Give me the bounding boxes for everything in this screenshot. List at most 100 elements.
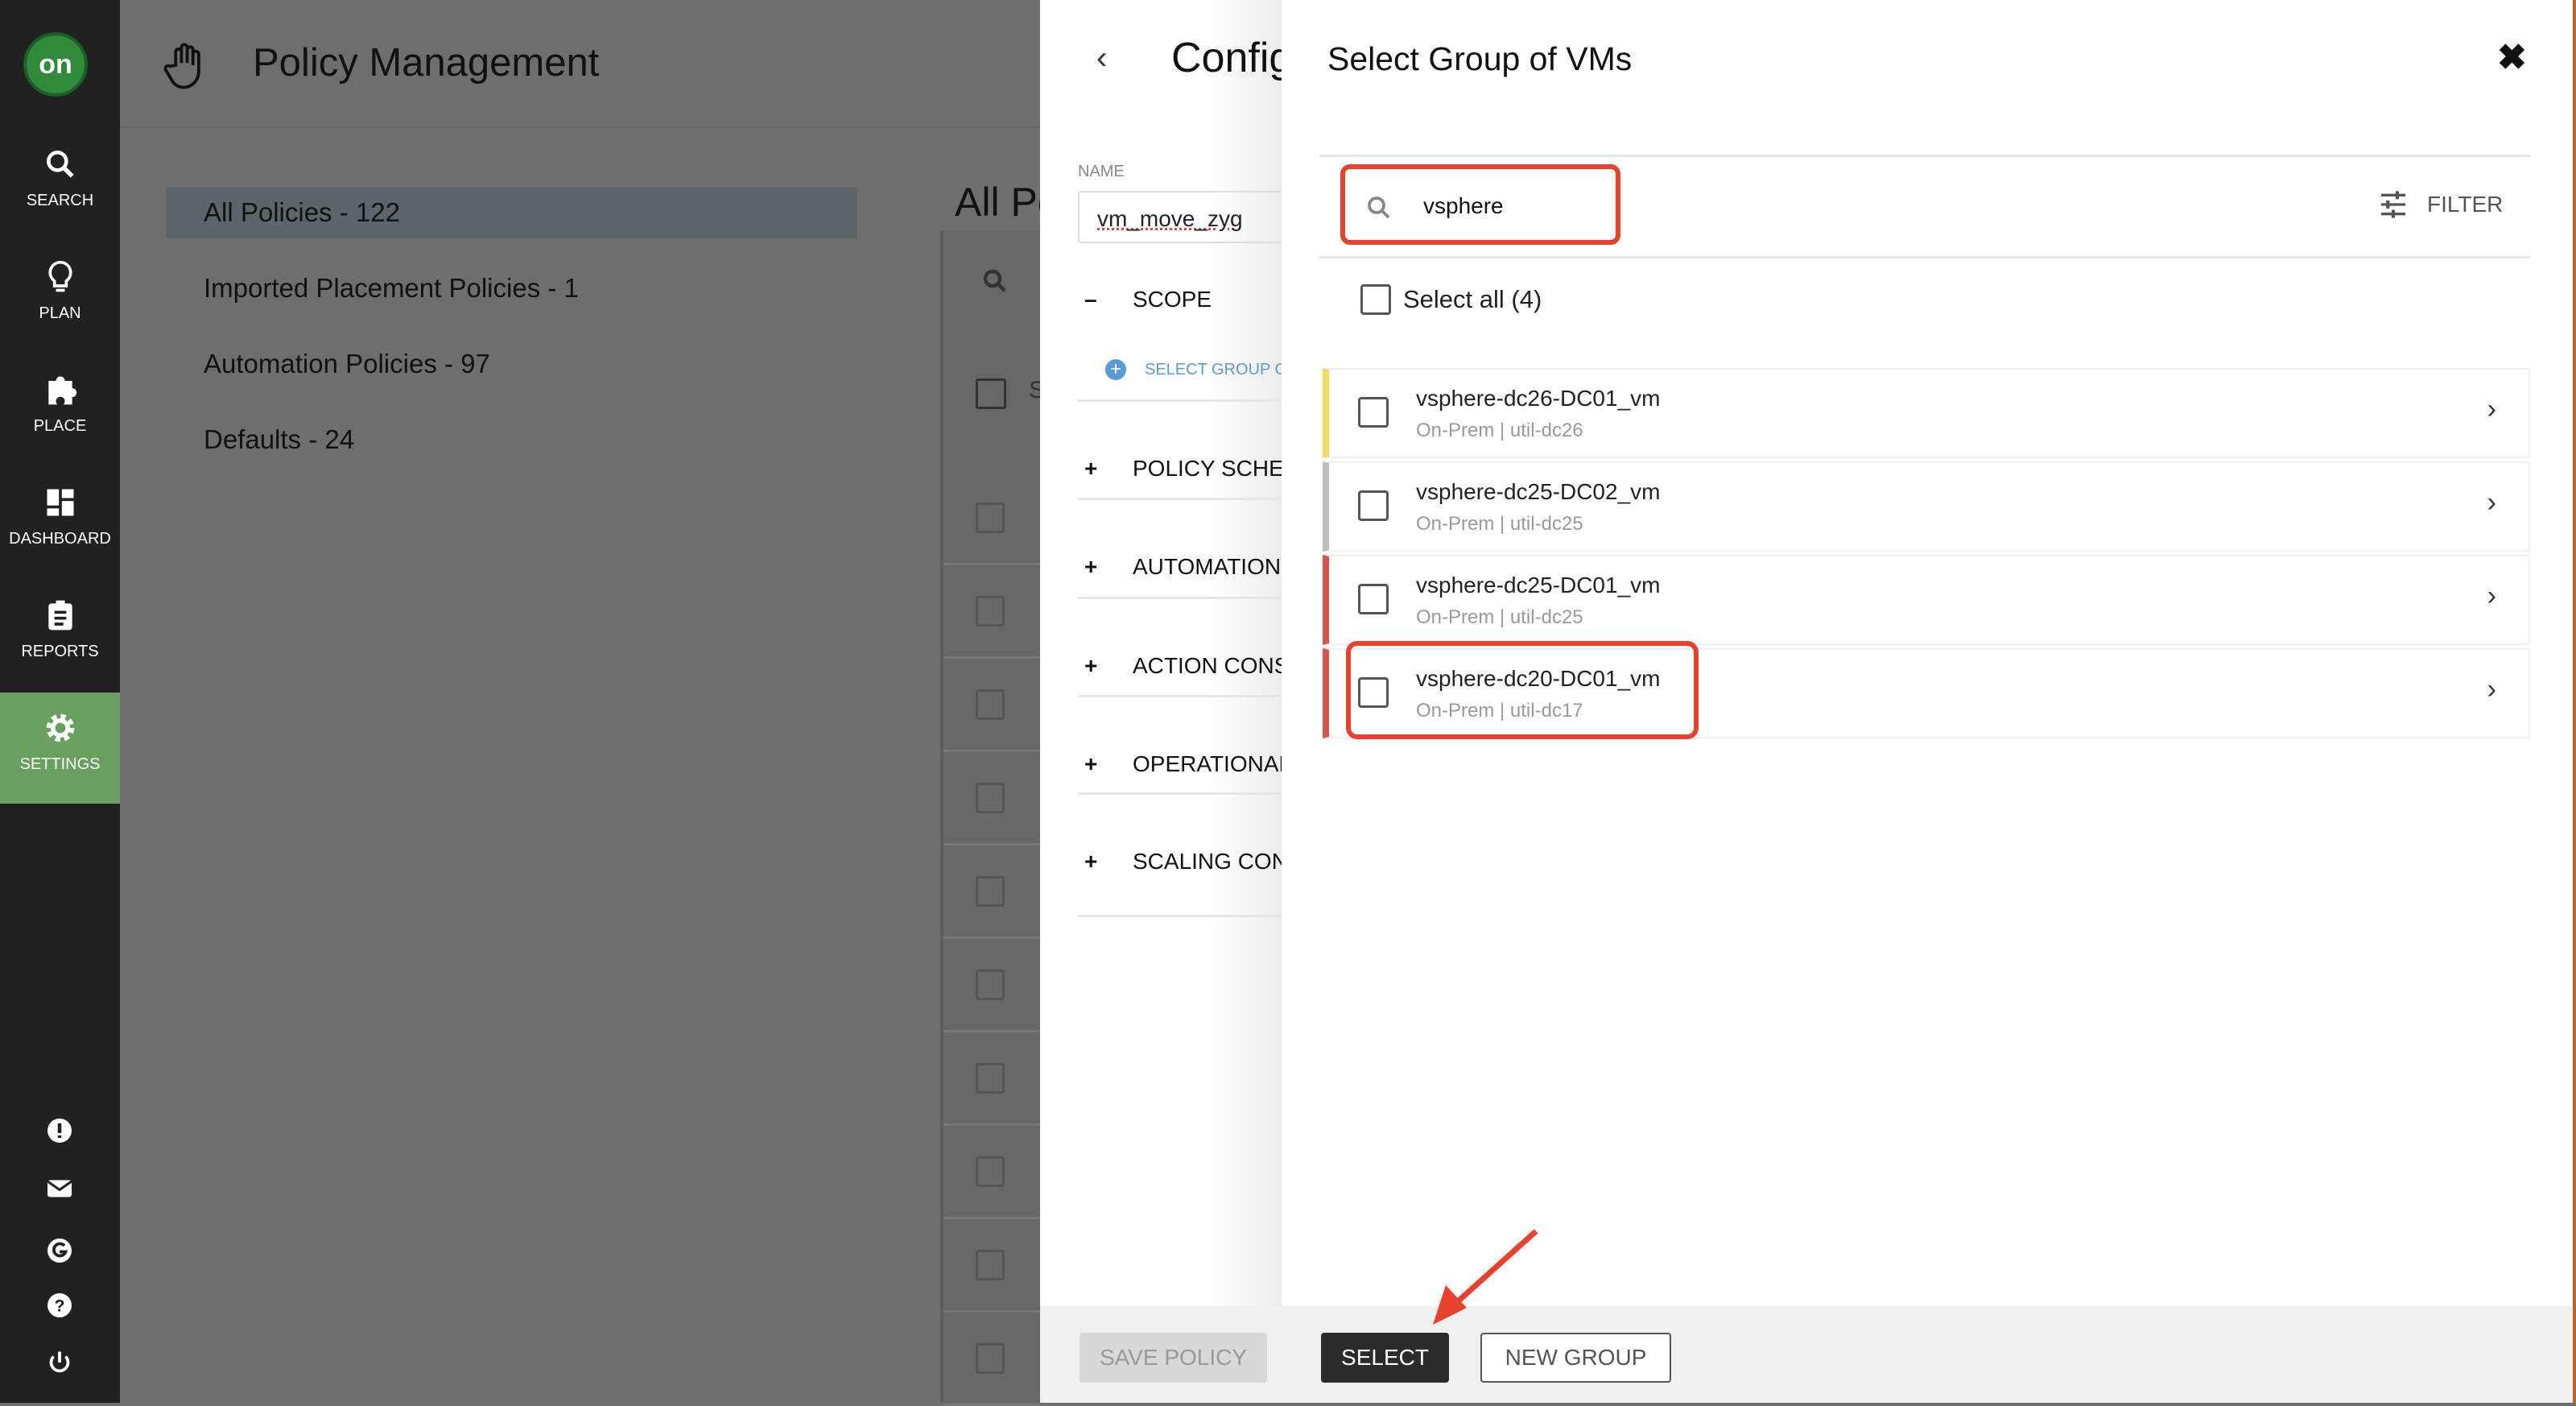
divider bbox=[1319, 155, 2530, 157]
row-checkbox[interactable] bbox=[976, 1063, 1005, 1094]
power-icon[interactable] bbox=[45, 1348, 74, 1377]
select-all-checkbox[interactable] bbox=[976, 378, 1006, 409]
config-section[interactable]: + ACTION CONS bbox=[1084, 653, 1282, 679]
row-checkbox[interactable] bbox=[1358, 490, 1389, 521]
select-group-link[interactable]: SELECT GROUP OF bbox=[1145, 361, 1282, 379]
search-input[interactable]: vsphere bbox=[1340, 164, 1620, 245]
lightbulb-icon bbox=[47, 260, 72, 292]
divider bbox=[1078, 597, 1282, 599]
alert-icon[interactable] bbox=[45, 1116, 74, 1145]
plus-icon: + bbox=[1084, 849, 1098, 874]
mail-icon[interactable] bbox=[45, 1174, 74, 1203]
search-icon[interactable] bbox=[980, 267, 1009, 296]
save-policy-button[interactable]: SAVE POLICY bbox=[1080, 1333, 1267, 1383]
help-icon[interactable]: ? bbox=[45, 1291, 74, 1320]
sliders-icon bbox=[2381, 191, 2405, 218]
divider bbox=[1078, 399, 1282, 402]
row-checkbox[interactable] bbox=[976, 1156, 1005, 1187]
table-row[interactable] bbox=[943, 1036, 1040, 1126]
puzzle-icon bbox=[47, 376, 76, 405]
table-row[interactable] bbox=[943, 755, 1040, 846]
scope-section[interactable]: – SCOPE bbox=[1084, 287, 1282, 312]
search-icon bbox=[1368, 196, 1390, 219]
row-name: vsphere-dc25-DC02_vm bbox=[1416, 479, 1661, 504]
table-row[interactable] bbox=[943, 942, 1040, 1032]
nav-reports[interactable]: REPORTS bbox=[0, 580, 120, 691]
sidebar: on SEARCH PLAN PLACE DASHBOARD REPORTS S… bbox=[0, 0, 120, 1403]
back-chevron-icon[interactable]: ‹ bbox=[1096, 40, 1107, 77]
plus-icon: + bbox=[1084, 751, 1098, 776]
config-title: Config bbox=[1171, 35, 1293, 81]
new-group-button[interactable]: NEW GROUP bbox=[1480, 1333, 1671, 1383]
name-input[interactable]: vm_move_zyg bbox=[1078, 191, 1282, 243]
policy-item-defaults[interactable]: Defaults - 24 bbox=[204, 424, 354, 455]
clipboard-icon bbox=[47, 600, 72, 631]
config-section[interactable]: + AUTOMATION bbox=[1084, 554, 1282, 580]
row-checkbox[interactable] bbox=[976, 876, 1005, 907]
gear-icon bbox=[46, 713, 74, 742]
table-row[interactable] bbox=[943, 1222, 1040, 1313]
row-checkbox[interactable] bbox=[976, 596, 1005, 626]
row-checkbox[interactable] bbox=[976, 970, 1005, 1000]
policy-table: S bbox=[940, 230, 1045, 1406]
svg-text:?: ? bbox=[55, 1297, 65, 1316]
dashboard-icon bbox=[47, 489, 73, 516]
config-section[interactable]: +POLICY SCHED bbox=[1084, 456, 1282, 482]
search-value: vsphere bbox=[1423, 193, 1504, 218]
policy-item-imported[interactable]: Imported Placement Policies - 1 bbox=[204, 273, 579, 304]
row-subtitle: On-Prem | util-dc26 bbox=[1416, 420, 1583, 441]
row-checkbox[interactable] bbox=[976, 502, 1005, 533]
chevron-right-icon[interactable]: › bbox=[2487, 674, 2496, 705]
row-checkbox[interactable] bbox=[976, 689, 1005, 720]
nav-search[interactable]: SEARCH bbox=[0, 129, 120, 240]
page-header: Policy Management bbox=[120, 0, 1040, 128]
plus-icon: + bbox=[1084, 456, 1098, 481]
divider bbox=[1078, 695, 1282, 697]
nav-plan[interactable]: PLAN bbox=[0, 242, 120, 353]
chevron-right-icon[interactable]: › bbox=[2487, 487, 2496, 519]
plus-icon: + bbox=[1084, 653, 1098, 678]
search-icon bbox=[46, 151, 74, 178]
annotation-highlight bbox=[1346, 641, 1699, 739]
row-subtitle: On-Prem | util-dc25 bbox=[1416, 606, 1583, 628]
select-all-label: Select all (4) bbox=[1403, 285, 1542, 313]
select-button[interactable]: SELECT bbox=[1321, 1333, 1449, 1383]
divider bbox=[1319, 256, 2530, 258]
table-row[interactable] bbox=[943, 1129, 1040, 1219]
close-icon[interactable]: ✖ bbox=[2497, 37, 2527, 78]
nav-dashboard[interactable]: DASHBOARD bbox=[0, 467, 120, 578]
row-checkbox[interactable] bbox=[976, 1250, 1005, 1280]
row-checkbox[interactable] bbox=[1358, 397, 1389, 428]
row-checkbox[interactable] bbox=[976, 1343, 1005, 1374]
row-checkbox[interactable] bbox=[1358, 584, 1389, 614]
nav-place[interactable]: PLACE bbox=[0, 354, 120, 465]
policy-item-automation[interactable]: Automation Policies - 97 bbox=[204, 349, 490, 379]
nav-settings[interactable]: SETTINGS bbox=[0, 693, 120, 804]
plus-circle-icon: + bbox=[1105, 359, 1126, 380]
config-section[interactable]: + OPERATIONAL bbox=[1084, 751, 1282, 777]
logo[interactable]: on bbox=[23, 32, 88, 97]
divider bbox=[1078, 915, 1282, 917]
divider bbox=[1078, 498, 1282, 500]
vm-group-row[interactable]: vsphere-dc26-DC01_vm On-Prem | util-dc26 › bbox=[1323, 368, 2530, 458]
table-row[interactable] bbox=[943, 849, 1040, 939]
table-row[interactable] bbox=[943, 1316, 1040, 1406]
row-name: vsphere-dc25-DC01_vm bbox=[1416, 573, 1661, 598]
divider bbox=[1078, 792, 1282, 795]
filter-button[interactable]: FILTER bbox=[2377, 188, 2503, 221]
window-edge bbox=[2573, 0, 2576, 1403]
policy-item-all[interactable]: All Policies - 122 bbox=[204, 197, 400, 228]
g-icon[interactable] bbox=[45, 1236, 74, 1265]
select-all-checkbox[interactable] bbox=[1360, 284, 1391, 315]
row-checkbox[interactable] bbox=[976, 783, 1005, 813]
chevron-right-icon[interactable]: › bbox=[2487, 581, 2496, 612]
table-row[interactable] bbox=[943, 475, 1040, 565]
table-row[interactable] bbox=[943, 662, 1040, 752]
dialog-footer bbox=[1282, 1306, 2573, 1403]
table-row[interactable] bbox=[943, 569, 1040, 659]
chevron-right-icon[interactable]: › bbox=[2487, 394, 2496, 425]
vm-group-row[interactable]: vsphere-dc25-DC01_vm On-Prem | util-dc25 › bbox=[1323, 555, 2530, 645]
vm-group-row[interactable]: vsphere-dc25-DC02_vm On-Prem | util-dc25 › bbox=[1323, 461, 2530, 552]
config-section[interactable]: + SCALING CON bbox=[1084, 849, 1282, 875]
row-subtitle: On-Prem | util-dc25 bbox=[1416, 513, 1583, 535]
